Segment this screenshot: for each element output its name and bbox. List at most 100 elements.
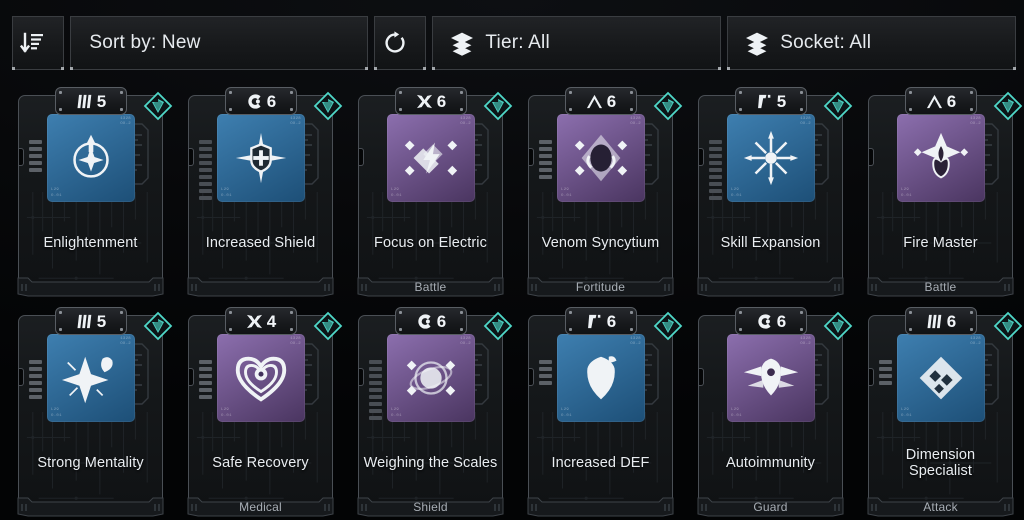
socket-gem-icon[interactable] [653,91,683,121]
socket-gem-icon[interactable] [143,311,173,341]
art-corner-code-bottom: L29 O.01 [731,408,742,418]
socket-gem-icon[interactable] [483,311,513,341]
perk-name: Increased DEF [551,454,650,471]
sort-direction-button[interactable] [12,16,65,70]
perk-card[interactable]: 1328 OX-2 L29 O.01 Autoimmunity 6 Guard [697,307,853,517]
perk-art-panel: 1328 OX-2 L29 O.01 [897,334,985,422]
tier-symbol-x-star-icon [415,93,434,110]
perk-level: 5 [776,91,787,111]
category-plate [186,276,335,298]
art-corner-code-bottom: L29 O.01 [221,408,232,418]
tier-symbol-tri-bars-icon [925,313,944,330]
art-corner-code-bottom: L29 O.01 [901,408,912,418]
perk-card[interactable]: 1328 OX-2 L29 O.01 Enlightenment 5 [17,87,173,297]
perk-card[interactable]: 1328 OX-2 L29 O.01 Increased Shield 6 [187,87,343,297]
socket-gem-icon[interactable] [143,91,173,121]
rank-tick-bars [539,140,552,179]
perk-art-panel: 1328 OX-2 L29 O.01 [217,114,305,202]
frame-notch [699,148,704,166]
perk-level: 6 [606,91,617,111]
card-frame: 1328 OX-2 L29 O.01 Fire Master [868,95,1013,291]
art-corner-code-bottom: L29 O.01 [391,408,402,418]
tier-level-badge: 6 [564,307,637,335]
perk-card[interactable]: 1328 OX-2 L29 O.01 Focus on Electric 6 Battl… [357,87,513,297]
art-corner-code-bottom: L29 O.01 [221,188,232,198]
perk-card[interactable]: 1328 OX-2 L29 O.01 Venom Syncytium 6 Fortitu… [527,87,683,297]
frame-notch [869,368,874,386]
perk-name: Dimension Specialist [905,446,976,479]
art-corner-code-top: 1328 OX-2 [290,337,301,347]
perk-card[interactable]: 1328 OX-2 L29 O.01 Safe Recovery 4 Medical [187,307,343,517]
category-plate: Shield [356,496,505,518]
art-corner-code-bottom: L29 O.01 [561,408,572,418]
category-plate: Battle [866,276,1015,298]
art-corner-code-top: 1328 OX-2 [290,117,301,127]
perk-name: Autoimmunity [725,454,816,471]
perk-name: Safe Recovery [212,454,309,471]
socket-filter-dropdown[interactable]: Socket: All [727,16,1017,70]
socket-gem-icon[interactable] [313,311,343,341]
socket-gem-icon[interactable] [993,311,1023,341]
socket-filter-label: Socket: All [780,32,872,53]
socket-gem-icon[interactable] [993,91,1023,121]
tier-symbol-gamma-icon [585,313,604,330]
category-plate [16,276,165,298]
tier-filter-dropdown[interactable]: Tier: All [432,16,722,70]
rank-tick-bars [879,360,892,385]
rank-tick-bars [29,140,42,172]
filter-toolbar: Sort by: New Tier: All Socket: All [12,16,1017,70]
refresh-button[interactable] [374,16,427,70]
card-frame: 1328 OX-2 L29 O.01 Strong Mentality [18,315,163,511]
perk-name: Venom Syncytium [541,234,660,251]
card-frame: 1328 OX-2 L29 O.01 Dimension Specialist [868,315,1013,511]
perk-art-panel: 1328 OX-2 L29 O.01 [387,114,475,202]
tier-level-badge: 5 [54,87,127,115]
category-plate [696,276,845,298]
perk-art-panel: 1328 OX-2 L29 O.01 [897,114,985,202]
art-corner-code-bottom: L29 O.01 [391,188,402,198]
frame-notch [19,368,24,386]
category-plate: Attack [866,496,1015,518]
perk-art-panel: 1328 OX-2 L29 O.01 [557,114,645,202]
frame-notch [189,148,194,166]
tier-level-badge: 4 [224,307,297,335]
card-frame: 1328 OX-2 L29 O.01 Venom Syncytium [528,95,673,291]
tier-symbol-caret-icon [925,93,944,110]
sort-by-dropdown[interactable]: Sort by: New [70,16,369,70]
socket-gem-icon[interactable] [653,311,683,341]
perk-art-panel: 1328 OX-2 L29 O.01 [217,334,305,422]
card-frame: 1328 OX-2 L29 O.01 Increased Shield [188,95,333,291]
frame-notch [359,148,364,166]
tier-level-badge: 6 [904,87,977,115]
perk-card-browser: Sort by: New Tier: All Socket: All 1328 … [0,0,1024,520]
perk-level: 6 [776,311,787,331]
category-label: Guard [753,499,788,514]
perk-card[interactable]: 1328 OX-2 L29 O.01 Skill Expansion 5 [697,87,853,297]
socket-gem-icon[interactable] [483,91,513,121]
category-plate: Fortitude [526,276,675,298]
perk-name: Weighing the Scales [363,454,498,471]
perk-card-grid: 1328 OX-2 L29 O.01 Enlightenment 5 1328 OX-2… [17,87,1023,517]
tier-level-badge: 6 [564,87,637,115]
perk-card[interactable]: 1328 OX-2 L29 O.01 Strong Mentality 5 [17,307,173,517]
category-label: Medical [239,499,282,514]
sort-by-label: Sort by: New [89,32,201,53]
perk-level: 4 [266,311,277,331]
category-label: Shield [413,499,448,514]
category-plate [526,496,675,518]
perk-level: 6 [606,311,617,331]
perk-card[interactable]: 1328 OX-2 L29 O.01 Increased DEF 6 [527,307,683,517]
perk-card[interactable]: 1328 OX-2 L29 O.01 Weighing the Scales 6 Shi… [357,307,513,517]
perk-name: Enlightenment [43,234,138,251]
category-plate: Battle [356,276,505,298]
perk-card[interactable]: 1328 OX-2 L29 O.01 Fire Master 6 Battle [867,87,1023,297]
perk-card[interactable]: 1328 OX-2 L29 O.01 Dimension Specialist 6 At… [867,307,1023,517]
perk-art-panel: 1328 OX-2 L29 O.01 [727,334,815,422]
socket-gem-icon[interactable] [823,311,853,341]
frame-notch [869,148,874,166]
perk-name: Skill Expansion [720,234,821,251]
socket-gem-icon[interactable] [313,91,343,121]
art-corner-code-bottom: L29 O.01 [901,188,912,198]
socket-gem-icon[interactable] [823,91,853,121]
tier-symbol-tri-bars-icon [75,313,94,330]
